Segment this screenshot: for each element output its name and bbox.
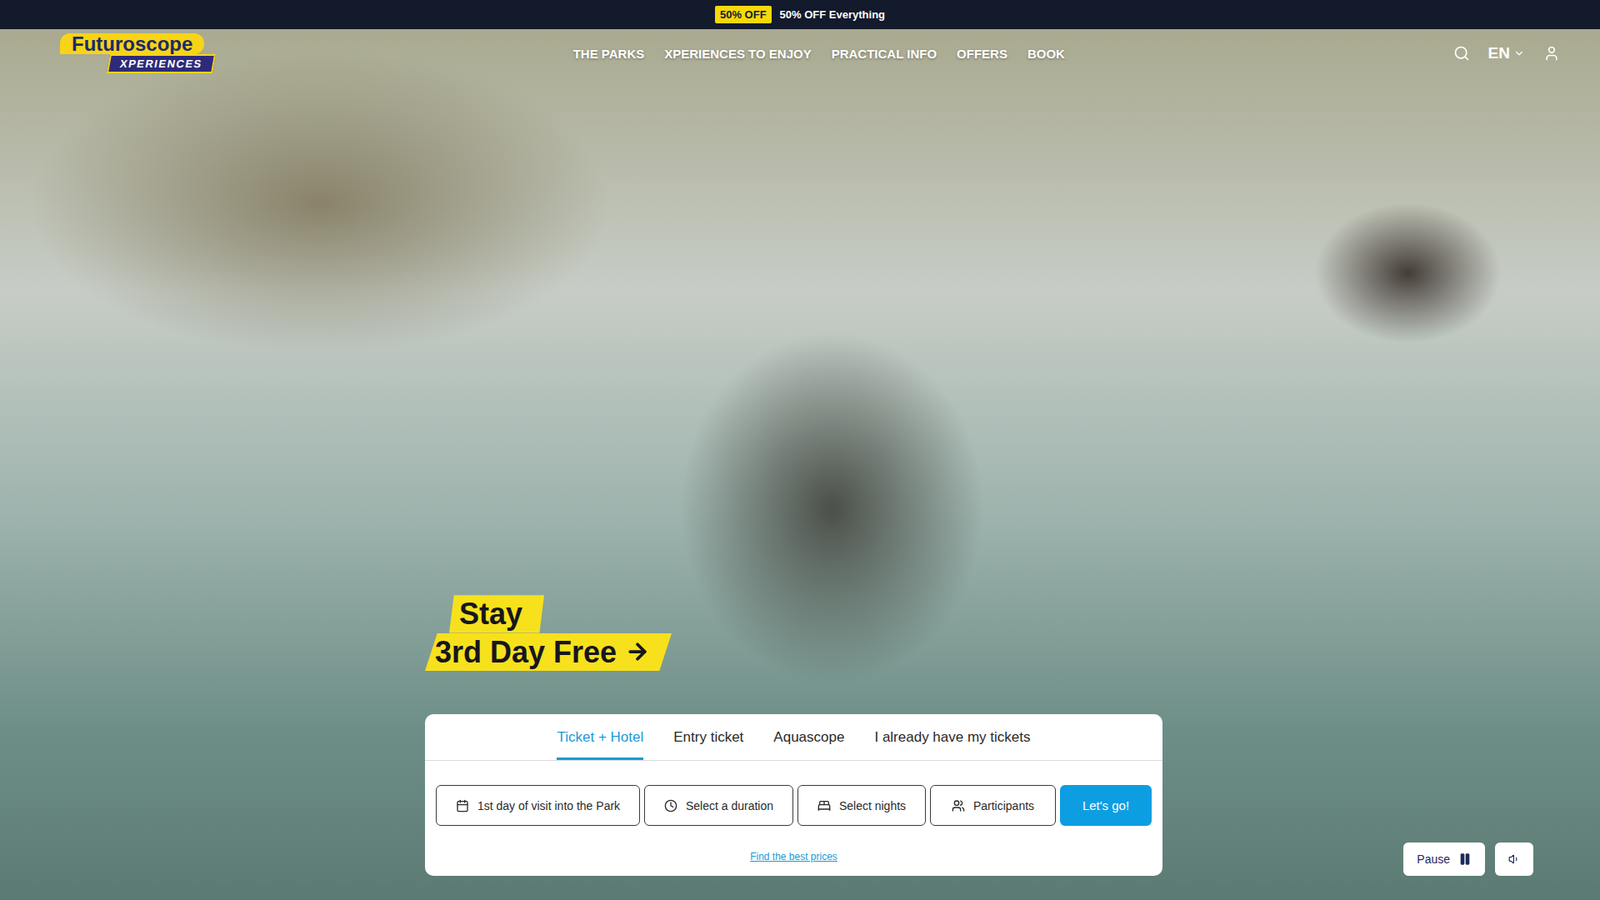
booking-field[interactable]: 1st day of visit into the Park: [435, 785, 640, 826]
sound-button[interactable]: [1495, 842, 1534, 876]
booking-field[interactable]: Select nights: [797, 785, 926, 826]
page: 50% OFF50% OFF EverythingFuturoscopeXPER…: [0, 0, 1600, 900]
nav-link[interactable]: THE PARKS: [573, 46, 645, 61]
banner-text: 50% OFF Everything: [780, 8, 885, 21]
field-icon: [951, 799, 965, 813]
logo-name: Futuroscope: [60, 33, 205, 55]
field-icon: [817, 799, 831, 813]
booking-panel: Ticket + Hotel Entry ticket Aquascope I alr…: [425, 714, 1163, 876]
chevron-down-icon: [1513, 47, 1525, 60]
search-icon[interactable]: [1453, 45, 1470, 62]
arrow-right-icon: [625, 639, 650, 665]
promo-line: 3rd Day Free: [425, 633, 672, 671]
booking-field[interactable]: Select a duration: [644, 785, 794, 826]
nav-link[interactable]: OFFERS: [956, 46, 1008, 61]
promo-label[interactable]: Stay3rd Day Free: [425, 595, 672, 671]
logo[interactable]: FuturoscopeXPERIENCES: [60, 33, 277, 74]
logo-sub: XPERIENCES: [106, 54, 216, 74]
booking-tab[interactable]: I already have my tickets: [874, 729, 1030, 760]
hero-content: Stay3rd Day Free Ticket + Hotel Entry tick…: [0, 595, 1600, 876]
nav-link[interactable]: PRACTICAL INFO: [831, 46, 937, 61]
user-icon[interactable]: [1543, 45, 1560, 62]
booking-tab[interactable]: Aquascope: [773, 729, 845, 760]
field-icon: [664, 799, 678, 813]
hero-video: FuturoscopeXPERIENCES THE PARKS XPERIENCES…: [0, 29, 1600, 900]
video-controls: Pause: [1403, 842, 1534, 876]
booking-tab[interactable]: Ticket + Hotel: [556, 729, 644, 760]
nav-link[interactable]: XPERIENCES TO ENJOY: [664, 46, 811, 61]
discount-badge: 50% OFF: [715, 5, 772, 24]
nav-links: THE PARKS XPERIENCES TO ENJOY PRACTICAL IN…: [276, 46, 1362, 61]
booking-field[interactable]: Participants: [930, 785, 1056, 826]
booking-tabs: Ticket + Hotel Entry ticket Aquascope I alr…: [425, 714, 1163, 761]
field-icon: [455, 799, 470, 813]
nav-bar: FuturoscopeXPERIENCES THE PARKS XPERIENCES…: [0, 29, 1600, 75]
promo-line: Stay: [449, 595, 545, 633]
nav-actions: EN: [1453, 44, 1560, 63]
pause-button[interactable]: Pause: [1403, 842, 1485, 876]
booking-tab[interactable]: Entry ticket: [673, 729, 744, 760]
booking-fields: 1st day of visit into the ParkSelect a d…: [425, 760, 1163, 826]
best-prices-link[interactable]: Find the best prices: [750, 850, 838, 863]
promo-banner[interactable]: 50% OFF 50% OFF Everything: [0, 0, 1600, 30]
speaker-icon: [1508, 853, 1520, 865]
submit-button[interactable]: Let's go!: [1060, 785, 1152, 826]
nav-link[interactable]: BOOK: [1027, 46, 1065, 61]
pause-icon: [1458, 852, 1472, 866]
language-selector[interactable]: EN: [1488, 44, 1525, 63]
